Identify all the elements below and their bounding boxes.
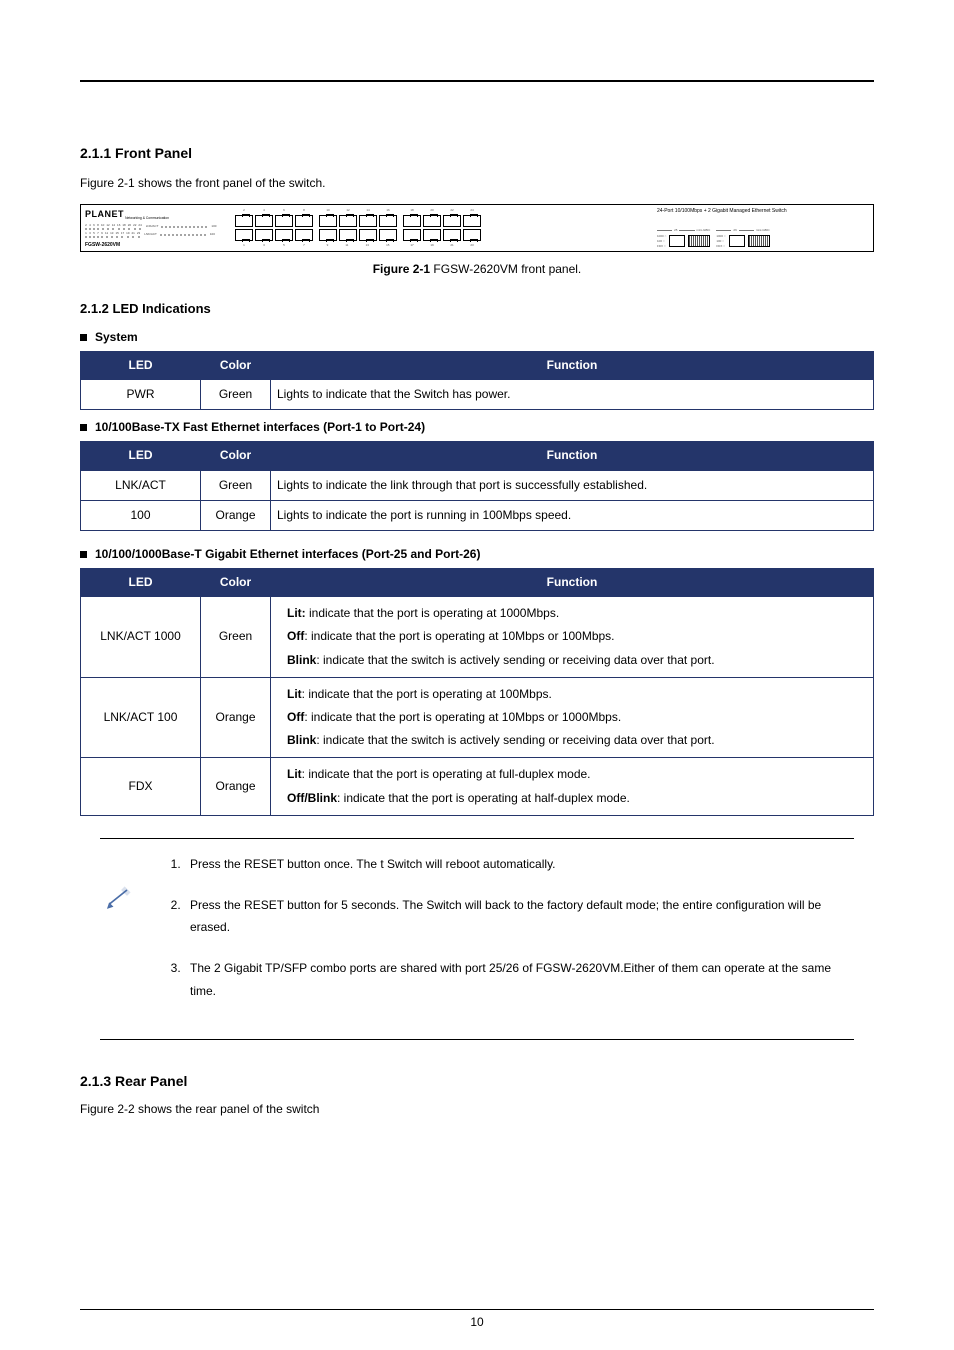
section-led-title: 2.1.2 LED Indications bbox=[80, 299, 874, 320]
th-func: Function bbox=[271, 442, 874, 470]
table-row: LNK/ACT 1000Green Lit: indicate that the … bbox=[81, 597, 874, 678]
cell-func: Lit: indicate that the port is operating… bbox=[271, 758, 874, 815]
th-led: LED bbox=[81, 442, 201, 470]
device-right-desc: 24-Port 10/100Mbps + 2 Gigabit Managed E… bbox=[657, 207, 869, 215]
func-line: Blink: indicate that the switch is activ… bbox=[277, 729, 867, 752]
device-led-matrix: 24681012141618202224LNK/ACT 100 13579111… bbox=[85, 223, 227, 238]
section-rear-intro: Figure 2-2 shows the rear panel of the s… bbox=[80, 1100, 874, 1119]
table-row: LNK/ACTGreenLights to indicate the link … bbox=[81, 470, 874, 500]
device-front-panel: PLANET Networking & Communication 246810… bbox=[80, 204, 874, 252]
table-ge: LED Color Function LNK/ACT 1000Green Lit:… bbox=[80, 568, 874, 816]
cell-func: Lights to indicate that the Switch has p… bbox=[271, 379, 874, 409]
th-func: Function bbox=[271, 351, 874, 379]
cell-func: Lights to indicate the port is running i… bbox=[271, 500, 874, 530]
cell-led: LNK/ACT 1000 bbox=[81, 597, 201, 678]
cell-led: FDX bbox=[81, 758, 201, 815]
cell-led: 100 bbox=[81, 500, 201, 530]
table-row: 100OrangeLights to indicate the port is … bbox=[81, 500, 874, 530]
cell-color: Orange bbox=[201, 677, 271, 758]
th-color: Color bbox=[201, 569, 271, 597]
cell-color: Green bbox=[201, 379, 271, 409]
func-line: Lit: indicate that the port is operating… bbox=[277, 683, 867, 706]
notice-box: Press the RESET button once. The t Switc… bbox=[100, 838, 854, 1040]
cell-func: Lights to indicate the link through that… bbox=[271, 470, 874, 500]
figure-2-1-caption: Figure 2-1 FGSW-2620VM front panel. bbox=[80, 260, 874, 279]
cell-led: LNK/ACT 100 bbox=[81, 677, 201, 758]
table-row: LNK/ACT 100Orange Lit: indicate that the … bbox=[81, 677, 874, 758]
device-brand-sub: Networking & Communication bbox=[125, 215, 169, 219]
func-line: Blink: indicate that the switch is activ… bbox=[277, 649, 867, 672]
section-rear-title: 2.1.3 Rear Panel bbox=[80, 1070, 874, 1092]
section-front-intro: Figure 2-1 shows the front panel of the … bbox=[80, 174, 874, 193]
func-line: Off/Blink: indicate that the port is ope… bbox=[277, 787, 867, 810]
device-brand: PLANET bbox=[85, 209, 124, 219]
bullet-fe: 10/100Base-TX Fast Ethernet interfaces (… bbox=[95, 418, 425, 437]
table-fe: LED Color Function LNK/ACTGreenLights to… bbox=[80, 441, 874, 531]
bullet-square bbox=[80, 334, 87, 341]
th-color: Color bbox=[201, 442, 271, 470]
bullet-system: System bbox=[95, 328, 138, 347]
table-row: FDXOrange Lit: indicate that the port is … bbox=[81, 758, 874, 815]
notice-list: Press the RESET button once. The t Switc… bbox=[158, 853, 854, 1021]
list-item: The 2 Gigabit TP/SFP combo ports are sha… bbox=[184, 957, 844, 1003]
list-item: Press the RESET button for 5 seconds. Th… bbox=[184, 894, 844, 940]
func-line: Off: indicate that the port is operating… bbox=[277, 706, 867, 729]
table-system: LED Color Function PWRGreenLights to ind… bbox=[80, 351, 874, 410]
bullet-square bbox=[80, 551, 87, 558]
figure-2-1-prefix: Figure 2-1 bbox=[373, 262, 430, 276]
cell-func: Lit: indicate that the port is operating… bbox=[271, 597, 874, 678]
func-line: Lit: indicate that the port is operating… bbox=[277, 763, 867, 786]
cell-color: Orange bbox=[201, 500, 271, 530]
table-row: PWRGreenLights to indicate that the Swit… bbox=[81, 379, 874, 409]
notice-icon bbox=[100, 853, 140, 1021]
cell-color: Green bbox=[201, 470, 271, 500]
list-item: Press the RESET button once. The t Switc… bbox=[184, 853, 844, 876]
section-front-title: 2.1.1 Front Panel bbox=[80, 142, 874, 164]
cell-color: Orange bbox=[201, 758, 271, 815]
func-line: Lit: indicate that the port is operating… bbox=[277, 602, 867, 625]
cell-led: PWR bbox=[81, 379, 201, 409]
cell-color: Green bbox=[201, 597, 271, 678]
top-rule bbox=[80, 80, 874, 82]
device-port-area: 246813571012141691113151820222417192123 bbox=[231, 205, 653, 251]
cell-led: LNK/ACT bbox=[81, 470, 201, 500]
device-sfp-row: 25mini-GBIC1000 ○100 ○FDX ○26mini-GBIC10… bbox=[657, 228, 869, 249]
th-led: LED bbox=[81, 569, 201, 597]
page-number: 10 bbox=[0, 1313, 954, 1332]
th-led: LED bbox=[81, 351, 201, 379]
th-func: Function bbox=[271, 569, 874, 597]
bullet-square bbox=[80, 424, 87, 431]
cell-func: Lit: indicate that the port is operating… bbox=[271, 677, 874, 758]
bullet-ge: 10/100/1000Base-T Gigabit Ethernet inter… bbox=[95, 545, 480, 564]
th-color: Color bbox=[201, 351, 271, 379]
footer-rule bbox=[80, 1309, 874, 1310]
device-model: FGSW-2620VM bbox=[85, 241, 227, 249]
func-line: Off: indicate that the port is operating… bbox=[277, 625, 867, 648]
figure-2-1-text: FGSW-2620VM front panel. bbox=[433, 262, 581, 276]
